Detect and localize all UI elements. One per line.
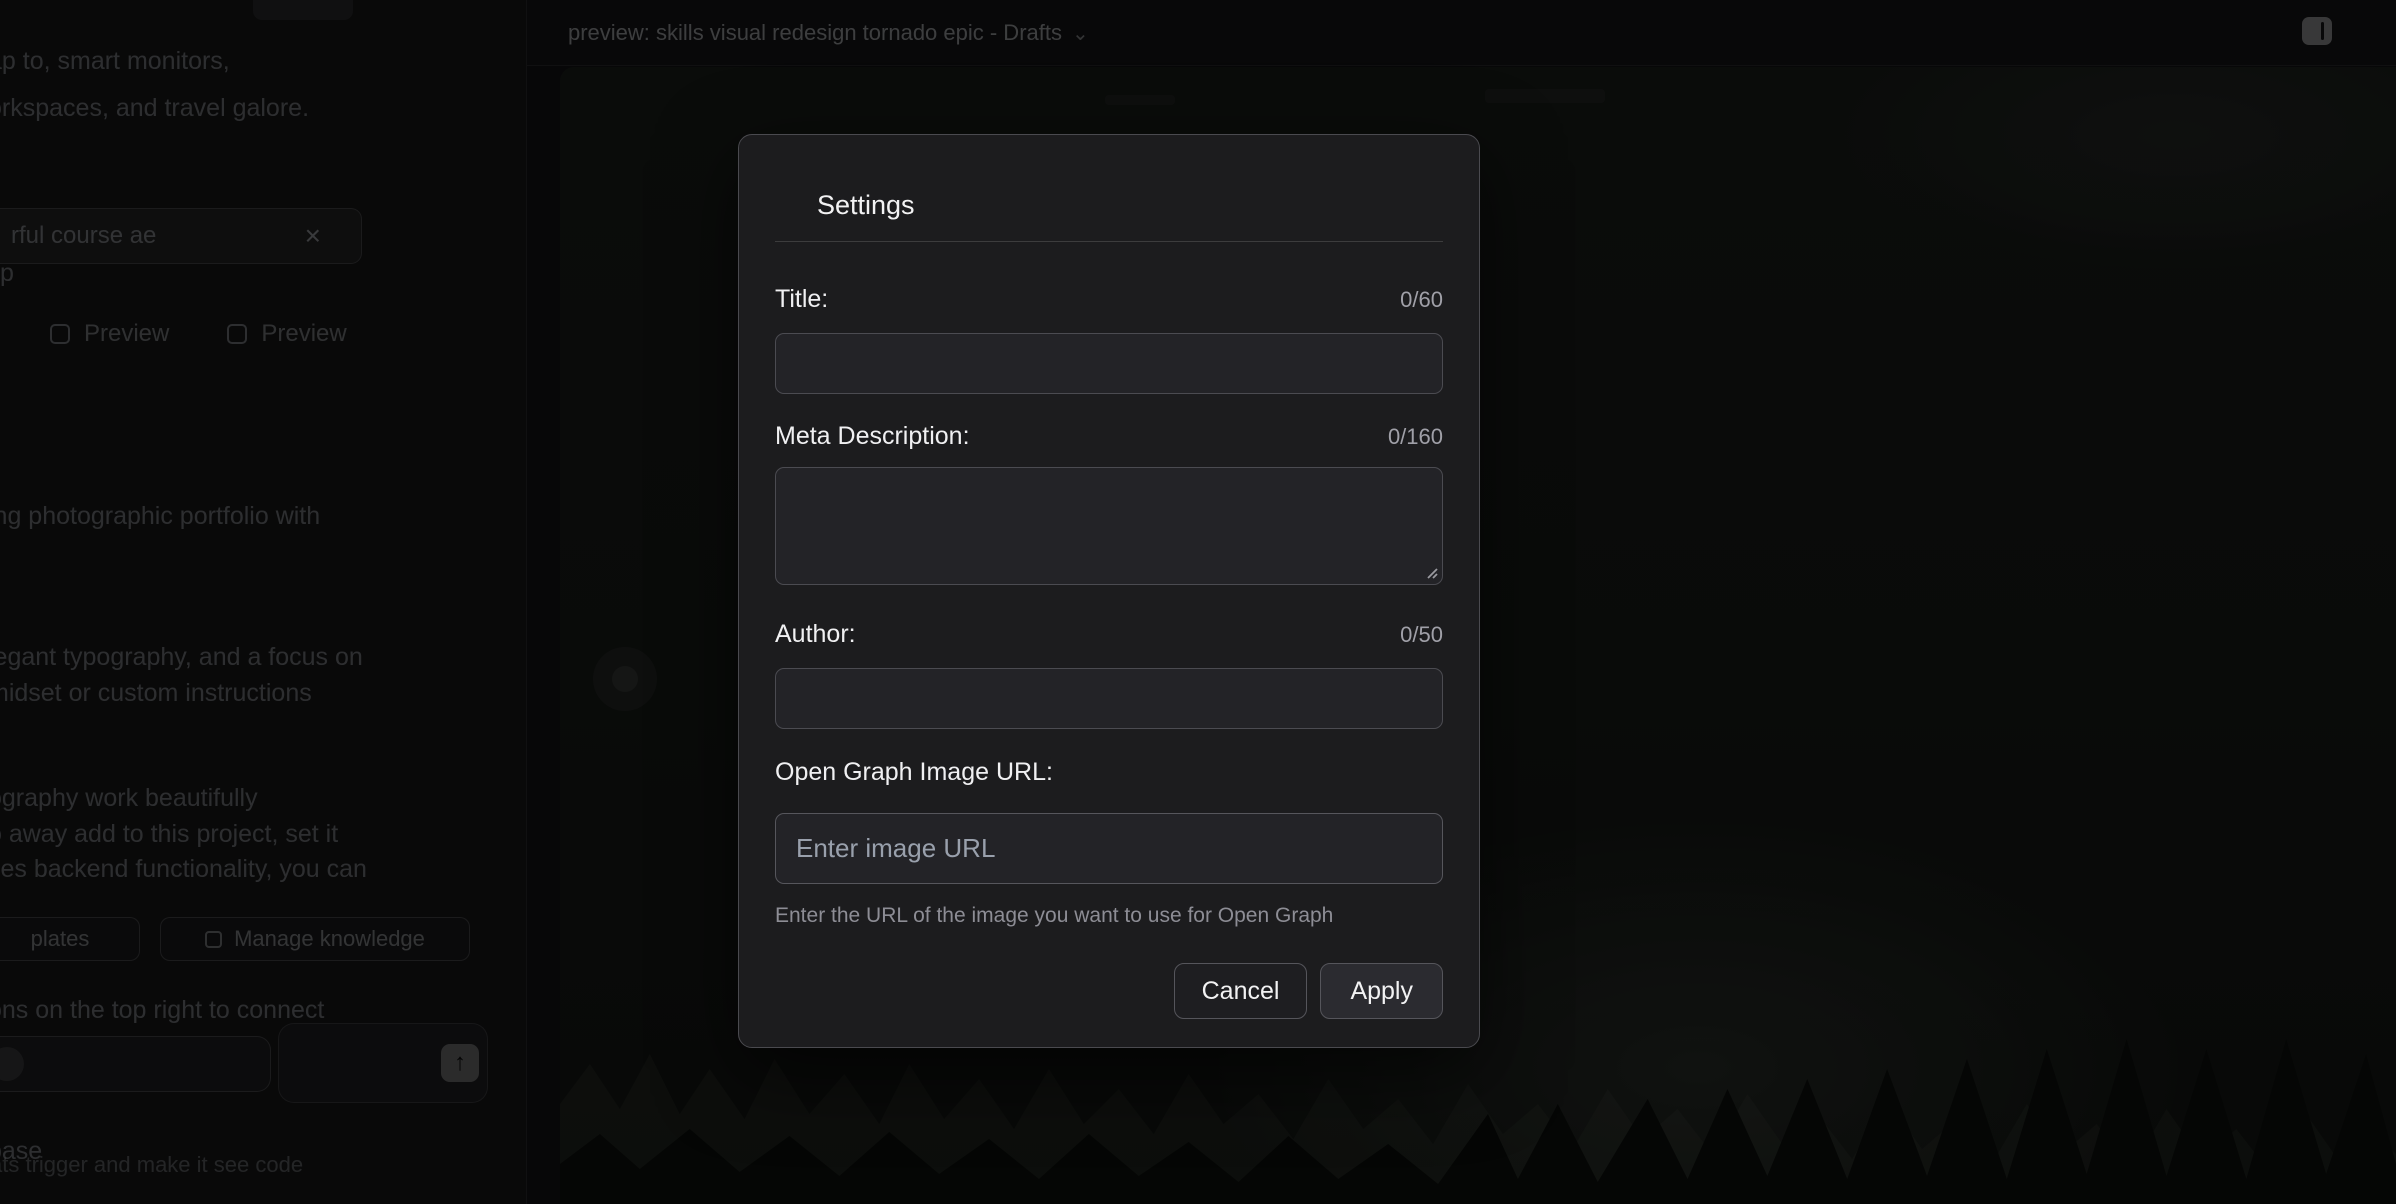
meta-description-textarea[interactable] bbox=[775, 467, 1443, 585]
meta-description-wrap bbox=[775, 467, 1443, 585]
dialog-divider bbox=[775, 241, 1443, 242]
title-input[interactable] bbox=[775, 333, 1443, 394]
meta-description-field-row: Meta Description: 0/160 bbox=[775, 423, 1443, 450]
app-window: ap to, smart monitors, orkspaces, and tr… bbox=[0, 0, 2396, 1204]
og-image-field-row: Open Graph Image URL: bbox=[775, 759, 1443, 785]
meta-description-label: Meta Description: bbox=[775, 423, 970, 449]
author-field-row: Author: 0/50 bbox=[775, 621, 1443, 648]
author-char-counter: 0/50 bbox=[1400, 622, 1443, 648]
og-image-url-input[interactable] bbox=[775, 813, 1443, 884]
dialog-actions: Cancel Apply bbox=[775, 963, 1443, 1019]
dialog-title: Settings bbox=[817, 191, 1443, 219]
apply-button[interactable]: Apply bbox=[1320, 963, 1443, 1019]
og-image-helper-text: Enter the URL of the image you want to u… bbox=[775, 905, 1443, 926]
title-field-row: Title: 0/60 bbox=[775, 286, 1443, 313]
og-image-url-label: Open Graph Image URL: bbox=[775, 759, 1053, 785]
cancel-button[interactable]: Cancel bbox=[1174, 963, 1308, 1019]
title-label: Title: bbox=[775, 286, 828, 312]
author-label: Author: bbox=[775, 621, 856, 647]
title-char-counter: 0/60 bbox=[1400, 287, 1443, 313]
settings-dialog: Settings Title: 0/60 Meta Description: 0… bbox=[738, 134, 1480, 1048]
resize-handle-icon[interactable] bbox=[1422, 563, 1438, 579]
author-input[interactable] bbox=[775, 668, 1443, 729]
meta-description-char-counter: 0/160 bbox=[1388, 424, 1443, 450]
